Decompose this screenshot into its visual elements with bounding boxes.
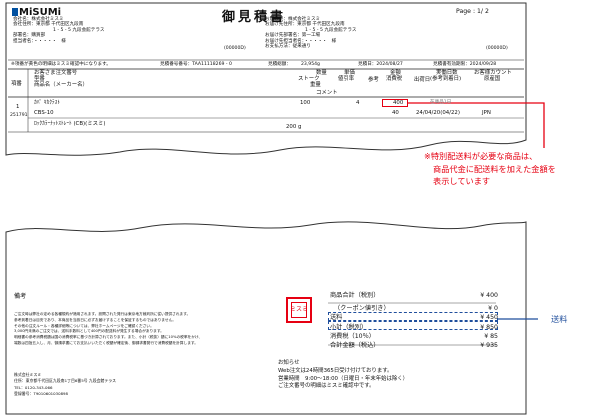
col-item: 項番: [11, 81, 22, 87]
remarks-text: ご注文時は弊社の定める各種規約が適用されます。設問された発行は東京地方裁判所に従…: [14, 312, 202, 347]
remarks-line: ご注文時は弊社の定める各種規約が適用されます。設問された発行は東京地方裁判所に従…: [14, 312, 191, 316]
row-amount: 400: [382, 99, 409, 108]
total-label: 合計金額（税込）: [330, 342, 380, 350]
quote-valid-until: 見積書有効期限：2024/09/28: [433, 62, 497, 67]
row-model: CBS-10: [34, 110, 54, 116]
row-sub-no: 251791: [10, 113, 28, 118]
notice-block: お知らせ Web注文は24時間365日受け付けております。 営業時間 9:00～…: [278, 360, 408, 391]
col-comment: コメント: [316, 90, 338, 96]
payment-method: お支払方法：従来通り: [265, 44, 311, 50]
col-name: 商品名（メーカー名）: [34, 82, 88, 89]
yellow-note: ※項番が黄色の明細はミスミ確認中になります。: [11, 62, 111, 67]
row-tax: 40: [392, 110, 399, 116]
row-ship-note: 在庫品1日: [430, 100, 452, 105]
customer-person: 担当者名：・・・・・ 様: [13, 38, 66, 44]
left-code: (00000D): [224, 46, 246, 51]
notice-line: ご注文番号の明細はミスミ確認中です。: [278, 383, 375, 390]
total-value: ¥ 935: [480, 342, 498, 350]
row-qty: 100: [300, 100, 311, 106]
row-no: 1: [16, 104, 20, 110]
col-desc: お客さま注文番号 型番 商品名（メーカー名）: [34, 70, 88, 89]
col-days: 実働日数 (参考到着日): [430, 70, 461, 82]
shipping-note-line-2: 商品代金に配送料を加えた金額を: [433, 163, 556, 174]
row-arrival: 24/04/20(04/22): [416, 110, 460, 116]
col-qty: 数量 ストーク 重量: [298, 70, 327, 89]
col-amount: 金額 消費税: [386, 70, 402, 82]
quote-amount-label: 見積総額：: [268, 62, 291, 67]
shipping-fee-note: ※特別配送料が必要な商品は、 商品代金に配送料を加えた金額を 表示しています: [424, 150, 556, 188]
seal-text: ミスミ: [290, 306, 309, 313]
col-arrival-label: (参考到着日): [430, 76, 462, 83]
company-reg-no: 登録番号：T9010601030898: [14, 391, 69, 397]
tax-label: 消費税（10％）: [330, 332, 375, 340]
col-ship: 出荷日: [414, 77, 430, 83]
row-weight: 200 g: [286, 124, 302, 130]
quote-number-label: 見積番号番号：: [160, 62, 193, 67]
remarks-line: 参考到着日は目安であり、本商品を当該日に必ずお届けすることを保証するものではあり…: [14, 317, 176, 322]
page-number: Page : 1/ 2: [456, 8, 489, 15]
tax-value: ¥ 85: [484, 332, 498, 340]
shipping-note-line-3: 表示しています: [433, 176, 491, 186]
subtotal-label: 商品合計（税別）: [330, 292, 380, 299]
col-tax-label: 消費税: [386, 76, 403, 83]
row-origin: JPN: [482, 110, 491, 116]
company-seal: ミスミ: [286, 297, 312, 323]
remarks-label: 備考: [14, 293, 27, 300]
quote-amount-value: 23,954g: [300, 62, 320, 67]
quote-number-value: TAA11118269 - 0: [192, 62, 232, 67]
subtotal-highlight-box: [328, 321, 498, 330]
col-unit: 単価 値引率: [338, 70, 355, 82]
quote-amount: 見積総額： 23,954g: [268, 62, 320, 67]
company-block: 株式会社ミスミ 住所：東京都千代田区九段南1丁目6番5号 九段会館テラス TEL…: [14, 372, 116, 398]
notice-title: お知らせ: [278, 360, 300, 366]
right-header: お届け先：株式会社ミスミ お届け先住所：東京都 千代田区九段南 1 - 5 - …: [265, 17, 356, 49]
right-code: (00000D): [486, 46, 508, 51]
col-ref: 参考: [368, 77, 379, 83]
quote-date: 見積日：2024/08/27: [358, 62, 403, 67]
remarks-line: 端数は四捨五入し、月、御請求書にてお支払いいただく税額が確定後、御請求書発行で消…: [14, 340, 198, 345]
col-customer: お客様カウント 原産国: [474, 70, 512, 82]
col-ship-date: 出荷日: [414, 77, 431, 83]
row-product-name: ﾛｯｸｶﾗｰﾅｯﾄｽﾄﾚｰﾄ (CB)(ミスミ): [34, 121, 106, 127]
row-order-no: ｶﾊﾟ ｷｶｸﾃｽﾄ: [34, 100, 60, 106]
subtotal-value: ¥ 400: [480, 292, 498, 299]
shipping-highlight-box: [328, 312, 498, 321]
shipping-callout-label: 送料: [551, 314, 568, 324]
col-weight-label: 重量: [310, 82, 321, 89]
row-unit-price: 4: [356, 100, 360, 106]
logo-mark-icon: [12, 8, 18, 16]
col-discount-rate: 値引率: [338, 76, 355, 83]
shipping-note-line-1: ※特別配送料が必要な商品は、: [424, 151, 538, 161]
quote-number: 見積番号番号：TAA11118269 - 0: [160, 62, 232, 67]
col-origin: 原産国: [484, 76, 501, 83]
notice-line: Web注文は24時間365日受け付けております。: [278, 367, 393, 374]
left-header: 会社名：株式会社ミスミ 会社住所：東京都 千代田区九段南 1 - 5 - 5 九…: [13, 17, 104, 44]
company-address: 住所：東京都千代田区九段南1丁目6番5号 九段会館テラス: [14, 378, 116, 384]
